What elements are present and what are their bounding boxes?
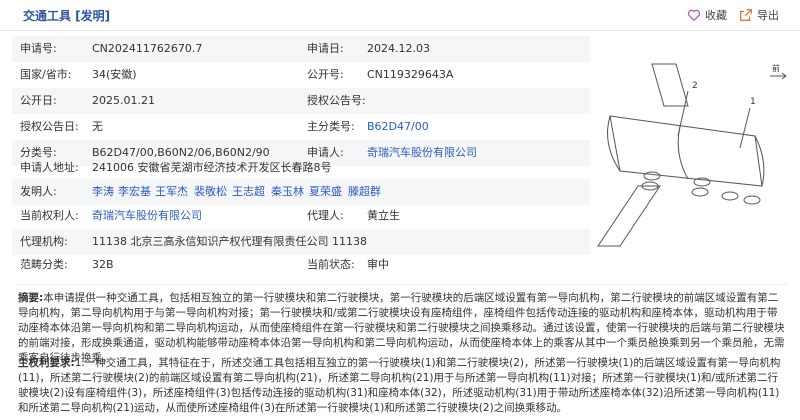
abstract-section: 摘要:本申请提供一种交通工具，包括相互独立的第一行驶模块和第二行驶模块，第一行驶…	[18, 291, 788, 366]
scope-value: 32B	[92, 258, 114, 271]
divider	[18, 284, 788, 285]
export-button[interactable]: 导出	[739, 7, 779, 23]
country-value: 34(安徽)	[92, 68, 137, 81]
scope-label: 范畴分类:	[20, 258, 68, 271]
app-date-label: 申请日:	[307, 42, 344, 55]
inventor-link[interactable]: 秦玉林	[271, 186, 304, 198]
favorite-label: 收藏	[705, 9, 727, 22]
drawing-label: 2	[692, 81, 698, 91]
patent-drawing[interactable]: 2 1 前	[590, 36, 790, 276]
export-icon	[740, 9, 752, 21]
abstract-label: 摘要:	[18, 292, 44, 304]
claims-text: 1.一种交通工具，其特征在于，所述交通工具包括相互独立的第一行驶模块(1)和第二…	[18, 357, 781, 414]
status-label: 当前状态:	[307, 258, 355, 271]
grant-pub-no-label: 授权公告号:	[307, 94, 366, 107]
grant-date-label: 授权公告日:	[20, 120, 79, 133]
app-no-value: CN202411762670.7	[92, 42, 203, 55]
owner-link[interactable]: 奇瑞汽车股份有限公司	[92, 210, 202, 222]
drawing-label: 1	[750, 97, 756, 107]
address-value: 241006 安徽省芜湖市经济技术开发区长春路8号	[92, 161, 332, 174]
main-class-label: 主分类号:	[307, 120, 355, 133]
heart-icon	[687, 9, 701, 22]
vehicle-drawing: 2 1 前	[597, 63, 787, 247]
app-date-value: 2024.12.03	[367, 42, 430, 55]
inventor-label: 发明人:	[20, 185, 57, 198]
claims-label: 主权利要求:	[18, 357, 75, 369]
country-label: 国家/省市:	[20, 68, 72, 81]
grant-date-value: 无	[92, 120, 103, 133]
agent-label: 代理人:	[307, 209, 344, 222]
inventor-link[interactable]: 夏荣盛	[309, 186, 342, 198]
pub-date-value: 2025.01.21	[92, 94, 155, 107]
applicant-link[interactable]: 奇瑞汽车股份有限公司	[367, 147, 477, 159]
pub-date-label: 公开日:	[20, 94, 57, 107]
pub-no-label: 公开号:	[307, 68, 344, 81]
claims-section: 主权利要求:1.一种交通工具，其特征在于，所述交通工具包括相互独立的第一行驶模块…	[18, 356, 788, 416]
header: 交通工具 [发明] 收藏 导出	[0, 0, 800, 31]
class-label: 分类号:	[20, 146, 57, 159]
address-label: 申请人地址:	[20, 161, 79, 174]
agency-value: 11138 北京三高永信知识产权代理有限责任公司 11138	[92, 235, 367, 248]
agency-label: 代理机构:	[20, 235, 68, 248]
inventor-link[interactable]: 李涛	[92, 186, 114, 198]
agent-value: 黄立生	[367, 209, 400, 222]
inventor-link[interactable]: 滕超群	[348, 186, 381, 198]
status-value: 审中	[367, 258, 389, 271]
abstract-text: 本申请提供一种交通工具，包括相互独立的第一行驶模块和第二行驶模块，第一行驶模块的…	[18, 292, 785, 364]
inventor-link[interactable]: 王军杰	[155, 186, 188, 198]
pub-no-value: CN119329643A	[367, 68, 454, 81]
owner-label: 当前权利人:	[20, 209, 79, 222]
inventor-link[interactable]: 裴敬松	[194, 186, 227, 198]
drawing-label: 前	[772, 63, 780, 73]
page-title: 交通工具 [发明]	[23, 9, 111, 23]
class-value: B62D47/00,B60N2/06,B60N2/90	[92, 146, 270, 159]
app-no-label: 申请号:	[20, 42, 57, 55]
inventor-link[interactable]: 王志超	[232, 186, 265, 198]
inventor-link[interactable]: 李宏基	[118, 186, 151, 198]
favorite-button[interactable]: 收藏	[687, 7, 727, 23]
main-class-link[interactable]: B62D47/00	[367, 121, 429, 133]
export-label: 导出	[757, 9, 779, 22]
applicant-label: 申请人:	[307, 146, 344, 159]
